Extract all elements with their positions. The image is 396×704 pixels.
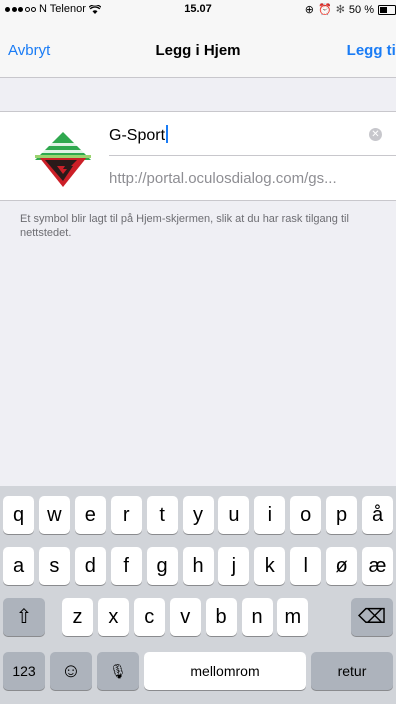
key-z[interactable]: z [62, 598, 93, 636]
name-field-row: G-Sport ✕ [109, 112, 396, 156]
add-to-home-screen: N Telenor 15.07 ⊕ ⏰ ✻ 50 % Avbryt Legg i… [0, 0, 396, 704]
return-key[interactable]: retur [311, 652, 393, 690]
key-g[interactable]: g [146, 547, 178, 585]
alarm-icon: ⏰ [318, 4, 332, 16]
numbers-key[interactable]: 123 [3, 652, 45, 690]
name-input-value: G-Sport [109, 127, 166, 144]
status-indicators: ⊕ ⏰ ✻ 50 % [305, 3, 396, 16]
key-a[interactable]: a [3, 547, 34, 585]
key-p[interactable]: p [326, 496, 358, 534]
key-ø[interactable]: ø [326, 547, 358, 585]
status-bar: N Telenor 15.07 ⊕ ⏰ ✻ 50 % [0, 0, 396, 20]
key-w[interactable]: w [38, 496, 70, 534]
shift-key[interactable]: ⇧ [3, 598, 45, 636]
rotation-lock-icon: ⊕ [304, 4, 314, 16]
key-y[interactable]: y [182, 496, 214, 534]
key-d[interactable]: d [74, 547, 106, 585]
key-n[interactable]: n [241, 598, 273, 636]
key-u[interactable]: u [218, 496, 250, 534]
dictation-key[interactable]: 🎙 [97, 652, 139, 690]
key-k[interactable]: k [254, 547, 286, 585]
key-s[interactable]: s [38, 547, 70, 585]
key-i[interactable]: i [254, 496, 286, 534]
site-icon [35, 132, 91, 187]
key-x[interactable]: x [97, 598, 129, 636]
keyboard: qwertyuiopå asdfghjkløæ ⇧ ⌫ zxcvbnm 123 … [0, 486, 396, 704]
url-label: http://portal.oculosdialog.com/gs... [109, 170, 337, 187]
emoji-key[interactable]: ☺ [50, 652, 92, 690]
info-text: Et symbol blir lagt til på Hjem-skjermen… [20, 213, 349, 239]
space-key[interactable]: mellomrom [144, 652, 306, 690]
delete-key[interactable]: ⌫ [351, 598, 393, 636]
key-l[interactable]: l [290, 547, 322, 585]
key-j[interactable]: j [218, 547, 250, 585]
battery-percent: 50 % [348, 3, 374, 16]
bluetooth-icon: ✻ [335, 4, 345, 16]
key-c[interactable]: c [133, 598, 165, 636]
navigation-bar: Avbryt Legg i Hjem Legg til [0, 20, 396, 78]
key-o[interactable]: o [290, 496, 322, 534]
battery-icon [378, 4, 396, 15]
key-t[interactable]: t [146, 496, 178, 534]
key-æ[interactable]: æ [362, 547, 393, 585]
key-m[interactable]: m [277, 598, 309, 636]
add-button[interactable]: Legg til [347, 42, 396, 59]
text-cursor [166, 125, 169, 143]
name-input[interactable]: G-Sport [109, 125, 169, 145]
bookmark-form: G-Sport ✕ http://portal.oculosdialog.com… [0, 111, 396, 201]
key-h[interactable]: h [182, 547, 214, 585]
key-q[interactable]: q [3, 496, 34, 534]
key-å[interactable]: å [362, 496, 393, 534]
key-f[interactable]: f [110, 547, 142, 585]
page-title: Legg i Hjem [155, 42, 241, 59]
key-v[interactable]: v [169, 598, 201, 636]
clear-text-button[interactable]: ✕ [369, 128, 382, 141]
key-e[interactable]: e [74, 496, 106, 534]
key-b[interactable]: b [205, 598, 237, 636]
key-r[interactable]: r [110, 496, 142, 534]
